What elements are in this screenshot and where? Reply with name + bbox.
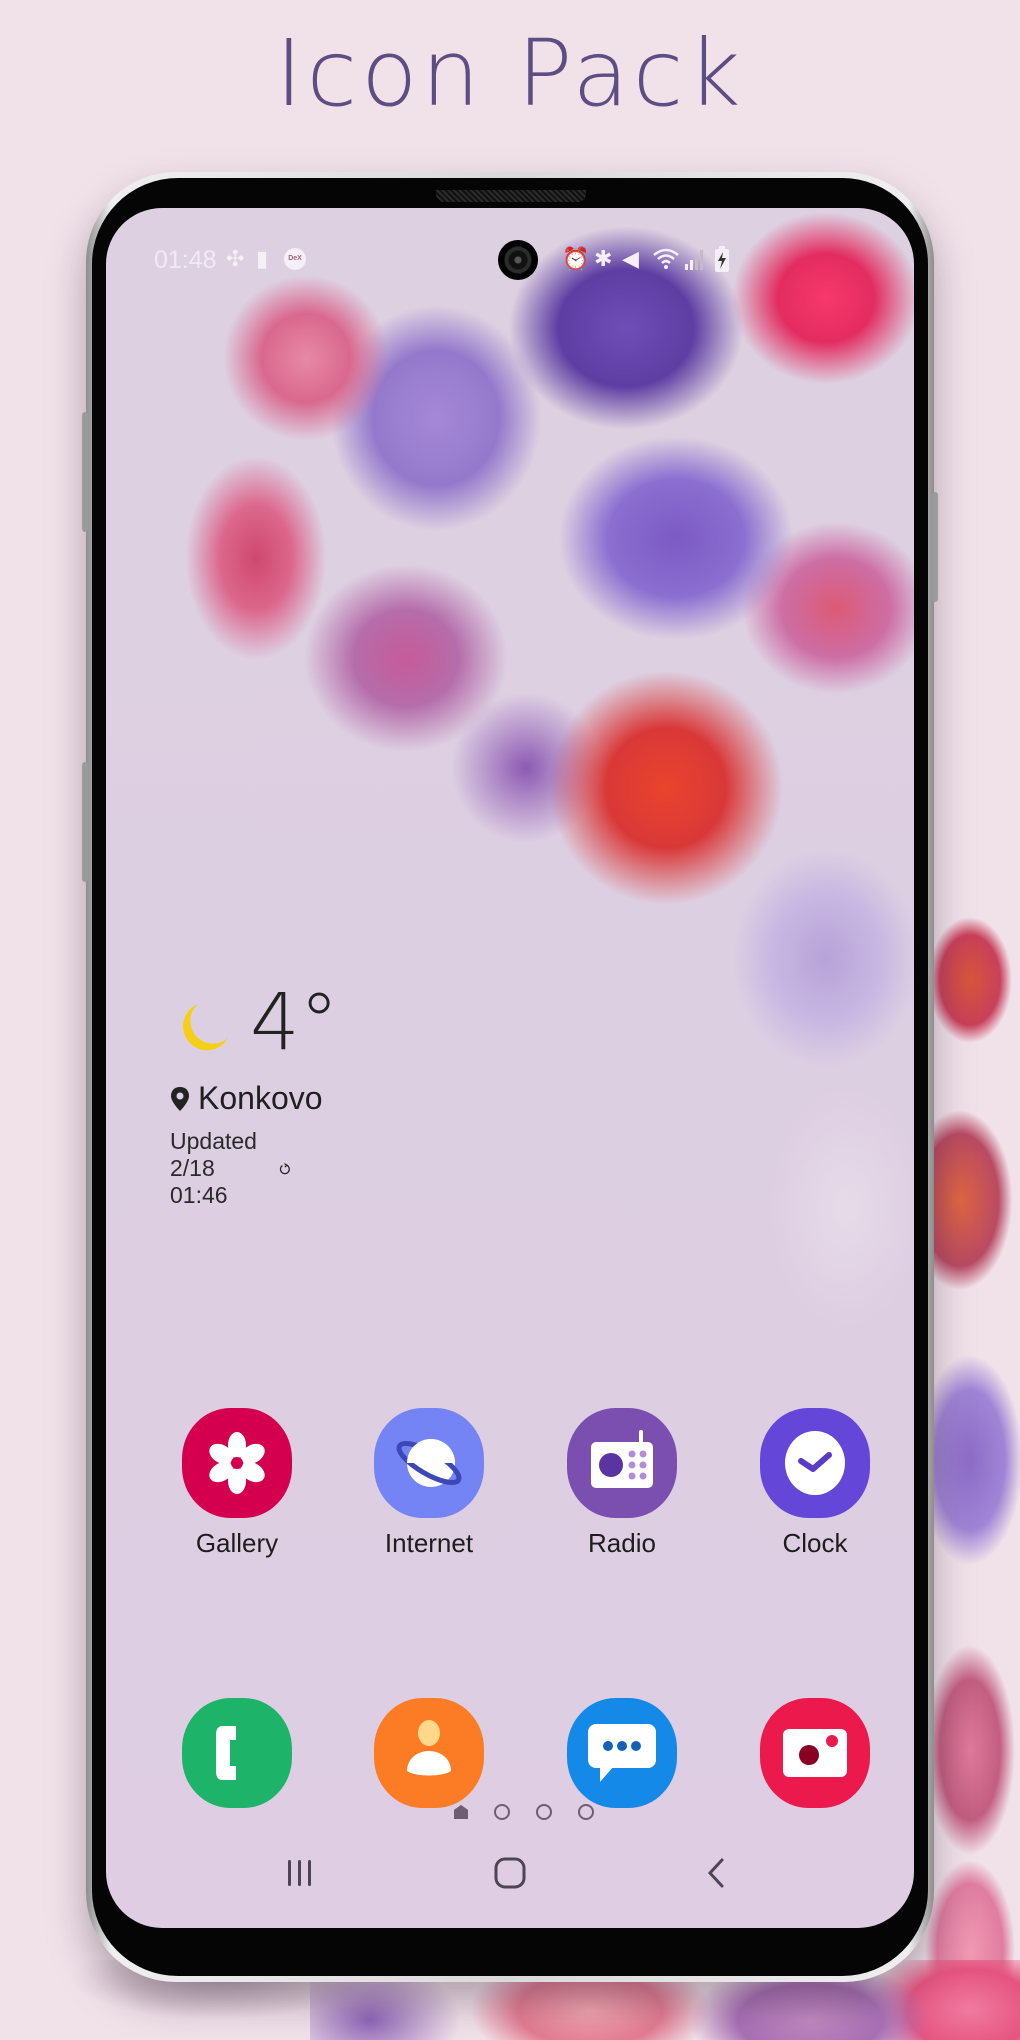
phone-icon: [182, 1698, 292, 1808]
back-icon[interactable]: [686, 1848, 746, 1898]
usb-transfer-icon: ▮: [256, 246, 269, 271]
signal-icon: [684, 248, 706, 276]
pinwheel-icon: ✣: [226, 246, 245, 271]
dock-app-contacts[interactable]: [354, 1698, 504, 1808]
planet-icon: [374, 1408, 484, 1518]
bixby-button: [82, 762, 88, 882]
app-label: Internet: [384, 1528, 474, 1558]
refresh-icon[interactable]: [279, 1157, 291, 1181]
phone-bezel: 01:48 ✣ ▮ DeX ⏰ ✱ ◀︎ 4° Konkovo Updated …: [92, 178, 928, 1976]
dock-app-camera[interactable]: [740, 1698, 890, 1808]
clock-icon: [760, 1408, 870, 1518]
bluetooth-icon: ✱: [594, 246, 613, 271]
status-time: 01:48: [154, 246, 217, 274]
home-icon[interactable]: [480, 1848, 540, 1898]
alarm-icon: ⏰: [562, 246, 590, 271]
dock-app-phone[interactable]: [162, 1698, 312, 1808]
app-gallery[interactable]: Gallery: [162, 1408, 312, 1559]
wifi-icon: [652, 246, 680, 276]
power-button: [932, 492, 938, 602]
flower-icon: [182, 1408, 292, 1518]
chat-bubble-icon: [567, 1698, 677, 1808]
camera-icon: [760, 1698, 870, 1808]
app-internet[interactable]: Internet: [354, 1408, 504, 1559]
vibrate-icon: ◀︎: [622, 246, 639, 271]
app-label: Gallery: [195, 1528, 279, 1558]
moon-icon: [183, 1004, 228, 1051]
person-icon: [374, 1698, 484, 1808]
dex-icon: DeX: [284, 248, 306, 270]
battery-charging-icon: [714, 246, 730, 278]
front-camera: [498, 240, 538, 280]
app-label: Radio: [588, 1528, 656, 1558]
app-clock[interactable]: Clock: [740, 1408, 890, 1559]
phone-frame: 01:48 ✣ ▮ DeX ⏰ ✱ ◀︎ 4° Konkovo Updated …: [82, 172, 938, 1982]
volume-button: [82, 412, 88, 532]
updated-info: Updated 2/18 01:46: [170, 1128, 291, 1209]
app-label: Clock: [782, 1528, 848, 1558]
navigation-bar: [106, 1848, 914, 1908]
location-pin-icon: [171, 1086, 189, 1111]
app-radio[interactable]: Radio: [547, 1408, 697, 1559]
dock-app-messages[interactable]: [547, 1698, 697, 1808]
home-screen: 01:48 ✣ ▮ DeX ⏰ ✱ ◀︎ 4° Konkovo Updated …: [106, 208, 914, 1928]
promo-title: Icon Pack: [275, 20, 745, 127]
recents-icon[interactable]: [270, 1848, 330, 1898]
location: Konkovo: [170, 1080, 323, 1117]
location-name: Konkovo: [198, 1080, 323, 1116]
earpiece-speaker: [436, 190, 586, 202]
temperature: 4°: [250, 978, 339, 1068]
radio-icon: [567, 1408, 677, 1518]
updated-text: Updated 2/18 01:46: [170, 1128, 257, 1208]
